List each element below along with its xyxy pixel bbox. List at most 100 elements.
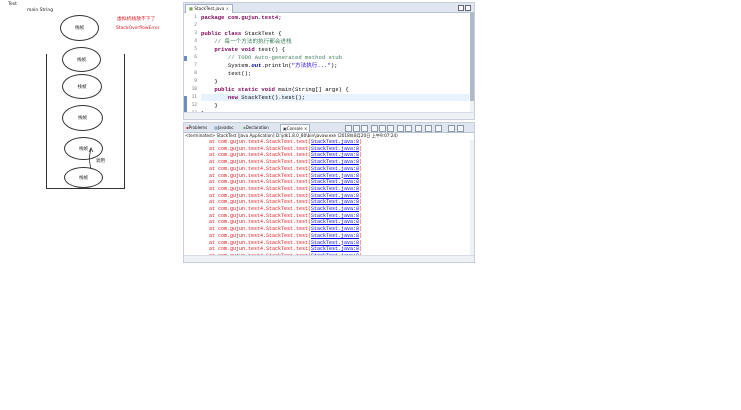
stack-frame: 栈帧 [62,105,103,131]
source-link[interactable]: StackTest.java:8 [311,179,359,185]
warning-marker-icon[interactable] [184,56,187,61]
trace-text: at com.gujun.test4.StackTest.test( [209,139,312,145]
close-icon[interactable]: × [303,126,307,131]
display-console-icon[interactable] [425,125,432,132]
stack-trace-line: at com.gujun.test4.StackTest.test(StackT… [209,220,362,225]
terminate-icon[interactable] [345,125,352,132]
code-line[interactable]: new StackTest().test(); [201,95,305,101]
code-line[interactable]: private void test() { [201,47,285,53]
stack-trace-line: at com.gujun.test4.StackTest.test(StackT… [209,180,362,185]
code-line[interactable]: public static void main(String[] args) { [201,87,348,93]
stack-trace-line: at com.gujun.test4.StackTest.test(StackT… [209,153,362,158]
clear-console-icon[interactable] [371,125,378,132]
word-wrap-icon[interactable] [387,125,394,132]
frame-label: 栈帧 [75,26,84,31]
trace-text: at com.gujun.test4.StackTest.test( [209,179,312,186]
maximize-icon[interactable] [465,5,471,11]
tab-declaration[interactable]: ▪Declaration [243,124,269,131]
code-line[interactable]: test(); [201,71,252,77]
stack-frame: 栈帧 [64,167,103,188]
editor-tab[interactable]: ■ StackTest.java × [185,4,234,13]
source-link[interactable]: StackTest.java:8 [311,146,359,152]
trace-text: ) [359,232,363,239]
source-link[interactable]: StackTest.java:8 [311,240,359,246]
line-number: 7 [194,63,197,68]
close-icon[interactable]: × [226,6,230,11]
source-link[interactable]: StackTest.java:8 [311,173,359,179]
stack-trace-line: at com.gujun.test4.StackTest.test(StackT… [209,239,363,246]
console-vertical-scrollbar[interactable] [470,140,474,255]
frame-label: 栈帧 [77,84,87,90]
line-number: 2 [194,23,197,28]
show-error-icon[interactable] [405,125,412,132]
code-line[interactable]: } [201,103,217,109]
diagram-subtitle: main String [27,8,54,13]
stack-trace-line: at com.gujun.test4.StackTest.test(StackT… [209,146,362,152]
maximize-icon[interactable] [457,125,464,132]
code-text: ); [330,62,338,69]
stack-trace-line: at com.gujun.test4.StackTest.test(StackT… [209,212,363,219]
code-editor[interactable]: ■ StackTest.java × 1 2 3 4 5 6 7 8 9 10 … [183,2,475,120]
line-number: 5 [194,47,197,52]
code-text: package com.gujun.test4; [201,14,282,21]
code-string: "方法执行..." [291,62,331,69]
stack-trace-line: at com.gujun.test4.StackTest.test(StackT… [209,232,363,239]
open-console-icon[interactable] [435,125,442,132]
trace-text: at com.gujun.test4.StackTest.test( [209,246,312,253]
change-marker [184,96,187,113]
code-line[interactable]: System.out.println("方法执行..."); [201,63,338,69]
source-link[interactable]: StackTest.java:8 [311,193,359,199]
trace-text: ) [359,219,363,226]
tab-javadoc[interactable]: @Javadoc [214,124,234,131]
trace-text: at com.gujun.test4.StackTest.test( [209,219,312,226]
trace-text: ) [359,159,363,166]
source-link[interactable]: StackTest.java:8 [311,159,359,165]
remove-all-icon[interactable] [361,125,368,132]
stack-trace-line: at com.gujun.test4.StackTest.test(StackT… [209,172,362,179]
panel-tabbar: ▪Problems @Javadoc ▪Declaration ▣Console… [184,123,474,133]
tab-label: Declaration [245,125,269,130]
source-link[interactable]: StackTest.java:8 [311,226,359,232]
source-link[interactable]: StackTest.java:8 [311,233,359,239]
show-output-icon[interactable] [397,125,404,132]
code-text: System. [201,62,252,69]
scroll-lock-icon[interactable] [379,125,386,132]
stack-frame: 栈帧 [60,15,99,41]
code-line[interactable]: public class StackTest { [201,31,282,37]
stack-trace-line: at com.gujun.test4.StackTest.test(StackT… [209,207,362,212]
code-line[interactable]: // 每一个方法的执行都会进栈 [201,39,291,45]
trace-text: ) [359,212,363,219]
source-link[interactable]: StackTest.java:8 [311,219,359,225]
tab-label: Javadoc [218,125,234,130]
source-link[interactable]: StackTest.java:8 [311,166,359,172]
trace-text: at com.gujun.test4.StackTest.test( [209,232,312,239]
line-number: 8 [194,71,197,76]
code-line[interactable]: } [201,79,217,85]
source-link[interactable]: StackTest.java:8 [311,152,359,158]
pin-console-icon[interactable] [415,125,422,132]
source-link[interactable]: StackTest.java:8 [311,186,359,192]
source-link[interactable]: StackTest.java:8 [311,213,359,219]
line-number-gutter: 1 2 3 4 5 6 7 8 9 10 11 12 13 [184,13,200,116]
source-link[interactable]: StackTest.java:8 [311,199,359,205]
source-link[interactable]: StackTest.java:8 [311,246,359,252]
source-link[interactable]: StackTest.java:8 [311,206,359,212]
trace-text: ) [359,199,363,206]
trace-text: ) [359,206,363,212]
code-line[interactable]: package com.gujun.test4; [201,15,282,21]
stack-trace-line: at com.gujun.test4.StackTest.test(StackT… [209,200,362,205]
editor-scroll-thumb[interactable] [470,13,474,101]
minimize-icon[interactable] [458,5,464,11]
minimize-icon[interactable] [448,125,455,132]
editor-horizontal-scrollbar[interactable] [184,112,474,119]
trace-text: at com.gujun.test4.StackTest.test( [209,172,312,179]
code-line[interactable]: // TODO Auto-generated method stub [201,55,342,61]
remove-launch-icon[interactable] [353,125,360,132]
tab-console[interactable]: ▣Console × [280,124,311,132]
tab-problems[interactable]: ▪Problems [186,124,207,131]
tab-label: Console [286,126,303,131]
source-link[interactable]: StackTest.java:8 [311,139,359,145]
console-horizontal-scrollbar[interactable] [184,255,474,262]
editor-tab-label: StackTest.java [194,6,225,11]
trace-text: ) [359,239,363,246]
